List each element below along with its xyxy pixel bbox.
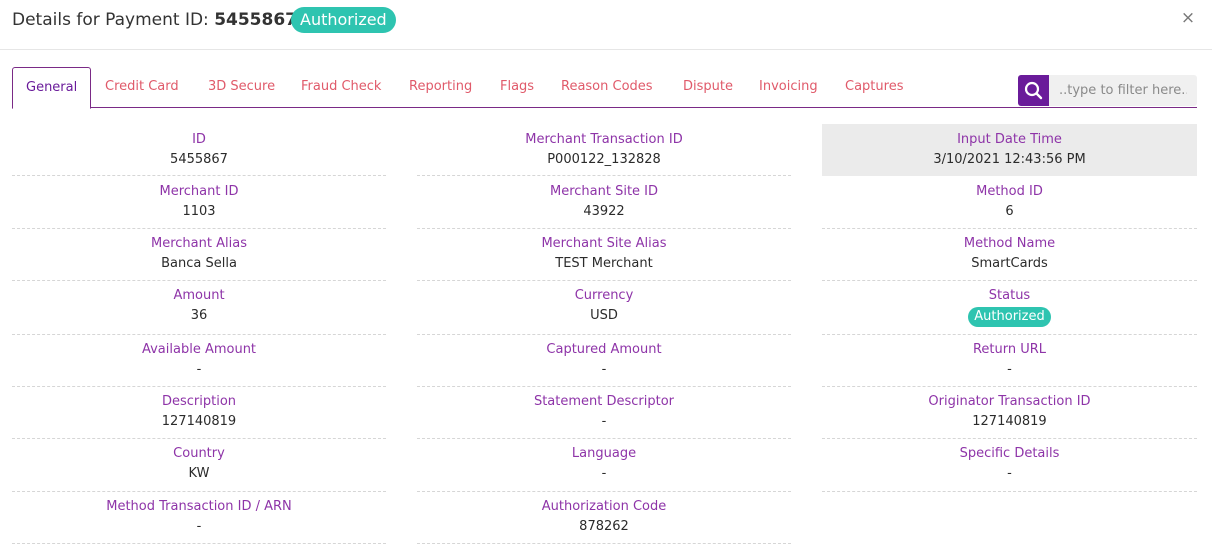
tab-3d-secure[interactable]: 3D Secure <box>208 67 275 108</box>
field-label: ID <box>192 132 206 147</box>
field-value: P000122_132828 <box>547 152 661 167</box>
field-label: Status <box>988 288 1031 303</box>
field-label: Merchant Alias <box>151 236 247 251</box>
field-merchant-alias: Merchant Alias Banca Sella <box>12 228 386 281</box>
field-value: - <box>196 519 202 534</box>
field-label: Input Date Time <box>957 132 1062 147</box>
field-label: Language <box>571 446 637 461</box>
field-value: - <box>1007 362 1012 377</box>
field-value: 3/10/2021 12:43:56 PM <box>933 152 1086 167</box>
field-label: Method ID <box>976 184 1043 199</box>
field-return-url: Return URL - <box>822 334 1197 387</box>
field-value: SmartCards <box>971 256 1048 271</box>
tab-dispute[interactable]: Dispute <box>683 67 733 108</box>
tab-invoicing[interactable]: Invoicing <box>759 67 818 108</box>
tab-credit-card[interactable]: Credit Card <box>105 67 179 108</box>
field-originator-transaction-id: Originator Transaction ID 127140819 <box>822 386 1197 439</box>
search-icon <box>1024 81 1043 100</box>
filter-box <box>1018 75 1197 106</box>
status-badge: Authorized <box>968 307 1051 327</box>
close-icon[interactable]: × <box>1180 8 1196 28</box>
field-value: - <box>196 362 202 377</box>
field-available-amount: Available Amount - <box>12 334 386 387</box>
field-value: KW <box>188 466 210 481</box>
tab-bar: General Credit Card 3D Secure Fraud Chec… <box>12 67 1197 109</box>
field-value: - <box>1007 466 1012 481</box>
payment-id: 5455867 <box>214 10 297 30</box>
field-label: Amount <box>173 288 225 303</box>
field-currency: Currency USD <box>417 280 791 335</box>
modal-title: Details for Payment ID: 5455867 <box>12 9 297 31</box>
field-label: Merchant ID <box>159 184 239 199</box>
field-value: Banca Sella <box>161 256 237 271</box>
field-value: - <box>601 414 607 429</box>
field-label: Authorization Code <box>541 499 667 514</box>
field-value: 36 <box>190 308 208 323</box>
field-specific-details: Specific Details - <box>822 438 1197 492</box>
field-authorization-code: Authorization Code 878262 <box>417 491 791 544</box>
field-method-id: Method ID 6 <box>822 176 1197 229</box>
search-button[interactable] <box>1018 75 1049 106</box>
field-value: 6 <box>1005 204 1014 219</box>
field-label: Return URL <box>972 342 1047 357</box>
field-label: Statement Descriptor <box>533 394 675 409</box>
field-value: 5455867 <box>170 152 228 167</box>
field-value: 1103 <box>182 204 216 219</box>
tab-general[interactable]: General <box>12 67 92 109</box>
tab-reporting[interactable]: Reporting <box>409 67 472 108</box>
field-label: Captured Amount <box>546 342 662 357</box>
field-input-date-time: Input Date Time 3/10/2021 12:43:56 PM <box>822 124 1197 176</box>
header-status-badge: Authorized <box>291 7 396 33</box>
field-method-transaction-id-arn: Method Transaction ID / ARN - <box>12 491 386 544</box>
field-label: Merchant Transaction ID <box>525 132 683 147</box>
tab-fraud-check[interactable]: Fraud Check <box>301 67 381 108</box>
field-statement-descriptor: Statement Descriptor - <box>417 386 791 439</box>
field-merchant-transaction-id: Merchant Transaction ID P000122_132828 <box>417 124 791 176</box>
modal-header: Details for Payment ID: 5455867 Authoriz… <box>0 0 1212 50</box>
field-label: Currency <box>574 288 634 303</box>
field-amount: Amount 36 <box>12 280 386 335</box>
field-value: USD <box>590 308 618 323</box>
field-label: Available Amount <box>141 342 257 357</box>
field-label: Merchant Site Alias <box>541 236 667 251</box>
field-value: 43922 <box>583 204 625 219</box>
field-label: Merchant Site ID <box>549 184 659 199</box>
field-label: Description <box>161 394 237 409</box>
title-prefix: Details for Payment ID: <box>12 10 215 30</box>
field-description: Description 127140819 <box>12 386 386 439</box>
field-merchant-site-alias: Merchant Site Alias TEST Merchant <box>417 228 791 281</box>
field-label: Country <box>173 446 225 461</box>
field-merchant-site-id: Merchant Site ID 43922 <box>417 176 791 229</box>
field-label: Originator Transaction ID <box>928 394 1091 409</box>
field-value: 127140819 <box>972 414 1047 429</box>
field-value: TEST Merchant <box>555 256 653 271</box>
tab-flags[interactable]: Flags <box>500 67 534 108</box>
field-label: Method Transaction ID / ARN <box>106 499 292 514</box>
field-captured-amount: Captured Amount - <box>417 334 791 387</box>
tab-reason-codes[interactable]: Reason Codes <box>561 67 653 108</box>
tab-captures[interactable]: Captures <box>845 67 903 108</box>
field-value: 878262 <box>579 519 629 534</box>
field-language: Language - <box>417 438 791 492</box>
field-value: - <box>601 466 607 481</box>
field-merchant-id: Merchant ID 1103 <box>12 176 386 229</box>
field-value: 127140819 <box>161 414 237 429</box>
field-label: Method Name <box>963 236 1056 251</box>
field-method-name: Method Name SmartCards <box>822 228 1197 281</box>
filter-input[interactable] <box>1049 75 1197 106</box>
field-label: Specific Details <box>959 446 1060 461</box>
field-id: ID 5455867 <box>12 124 386 176</box>
field-status: Status Authorized <box>822 280 1197 335</box>
field-value: - <box>601 362 607 377</box>
field-country: Country KW <box>12 438 386 492</box>
